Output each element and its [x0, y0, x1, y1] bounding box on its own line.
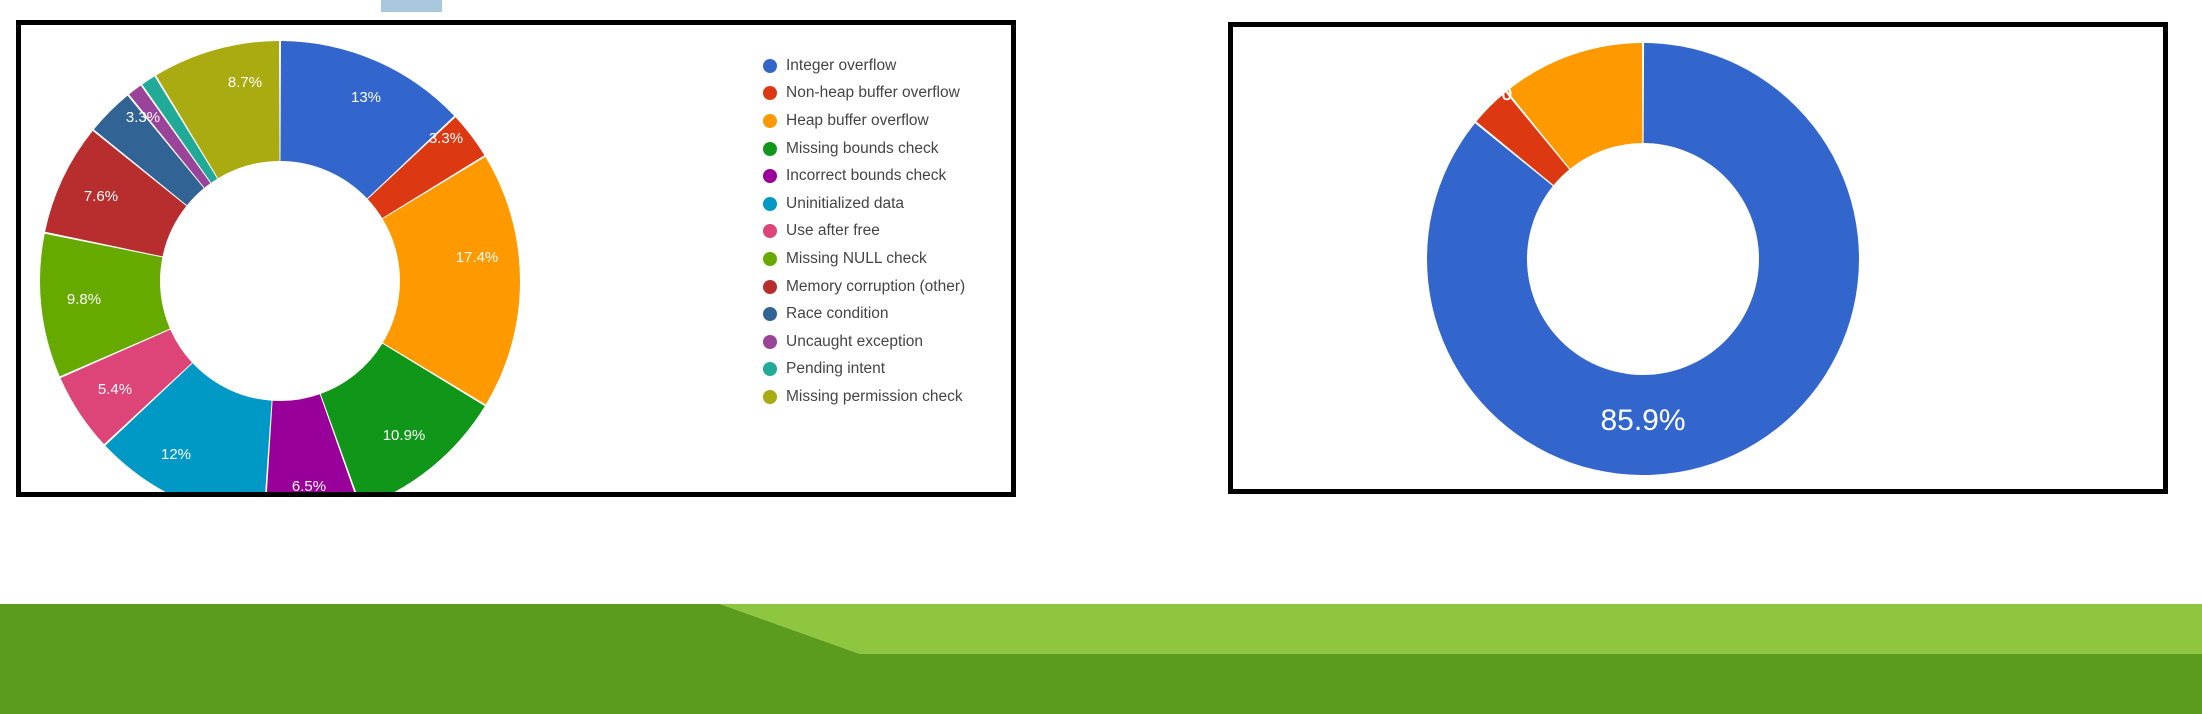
legend-swatch-icon [763, 196, 777, 211]
legend-item-label: Non-heap buffer overflow [786, 84, 960, 102]
legend-item[interactable]: Missing permission check [763, 383, 965, 411]
legend-item[interactable]: Use after free [763, 218, 965, 246]
legend-item[interactable]: Integer overflow [763, 52, 965, 80]
legend-item-label: Missing permission check [786, 387, 963, 405]
slice-percentage-label: 3.3% [126, 109, 160, 126]
slice-percentage-label: 8.7% [228, 74, 262, 91]
legend-item-label: Missing NULL check [786, 249, 927, 267]
legend-item-label: Missing bounds check [786, 139, 939, 157]
slide-footer-banner [0, 578, 2202, 714]
legend-swatch-icon [763, 334, 777, 349]
legend-item-label: Uncaught exception [786, 332, 924, 350]
legend-swatch-icon [763, 389, 777, 404]
left-chart-panel: 13% 3.3% 17.4% 10.9% 6.5% 12% 5.4% 9.8% 7.6% 3.3%… [16, 20, 1016, 497]
legend-item[interactable]: Non-heap buffer overflow [763, 80, 965, 108]
legend-item[interactable]: Heap buffer overflow [763, 107, 965, 135]
top-crop-strip [0, 0, 2202, 18]
legend-swatch-icon [763, 224, 777, 239]
legend-item[interactable]: Race condition [763, 300, 965, 328]
legend-item[interactable]: Missing bounds check [763, 135, 965, 163]
slice-percentage-label: 17.4% [456, 249, 499, 266]
legend-swatch-icon [763, 307, 777, 322]
legend-swatch-icon [763, 141, 777, 156]
legend-item[interactable]: Uninitialized data [763, 190, 965, 218]
slice-percentage-label: 9.8% [67, 291, 101, 308]
legend-item[interactable]: Uncaught exception [763, 328, 965, 356]
legend-swatch-icon [763, 251, 777, 266]
slice-percentage-label: 3.3% [429, 130, 463, 147]
slice-percentage-label: 10.9% [383, 427, 426, 444]
legend-item-label: Pending intent [786, 360, 886, 378]
banner-shape [0, 604, 2202, 714]
right-chart-panel: 85.9%10.9% Memory safety bugsRace condit… [1228, 22, 2168, 494]
legend-item[interactable]: Memory corruption (other) [763, 273, 965, 301]
legend-swatch-icon [763, 113, 777, 128]
memory-safety-summary-donut-chart[interactable]: 85.9% 10.9% [1233, 27, 2163, 489]
slice-percentage-label: 5.4% [98, 381, 132, 398]
legend-item[interactable]: Incorrect bounds check [763, 162, 965, 190]
legend-swatch-icon [763, 362, 777, 377]
slice-percentage-label: 10.9% [1427, 74, 1512, 107]
legend-item-label: Memory corruption (other) [786, 277, 966, 295]
legend-item-label: Heap buffer overflow [786, 111, 929, 129]
right-chart-area: 85.9% 10.9% [1233, 27, 2163, 489]
slice-percentage-label: 85.9% [1600, 404, 1685, 437]
slice-percentage-label: 7.6% [84, 188, 118, 205]
slice-percentage-label: 13% [351, 89, 381, 106]
legend-item-label: Uninitialized data [786, 194, 905, 212]
legend-item-label: Use after free [786, 222, 880, 240]
presentation-slide: 13% 3.3% 17.4% 10.9% 6.5% 12% 5.4% 9.8% 7.6% 3.3%… [0, 0, 2202, 714]
legend-swatch-icon [763, 169, 777, 184]
legend-swatch-icon [763, 58, 777, 73]
slice-percentage-label: 6.5% [292, 478, 326, 492]
legend-item-label: Incorrect bounds check [786, 167, 947, 185]
left-chart-legend: Integer overflow Non-heap buffer overflow… [763, 52, 965, 411]
legend-swatch-icon [763, 86, 777, 101]
legend-item[interactable]: Missing NULL check [763, 245, 965, 273]
text-highlight-box [381, 0, 442, 12]
legend-item-label: Integer overflow [786, 56, 897, 74]
legend-item-label: Race condition [786, 305, 889, 323]
slice-percentage-label: 12% [161, 446, 191, 463]
legend-swatch-icon [763, 279, 777, 294]
legend-item[interactable]: Pending intent [763, 356, 965, 384]
